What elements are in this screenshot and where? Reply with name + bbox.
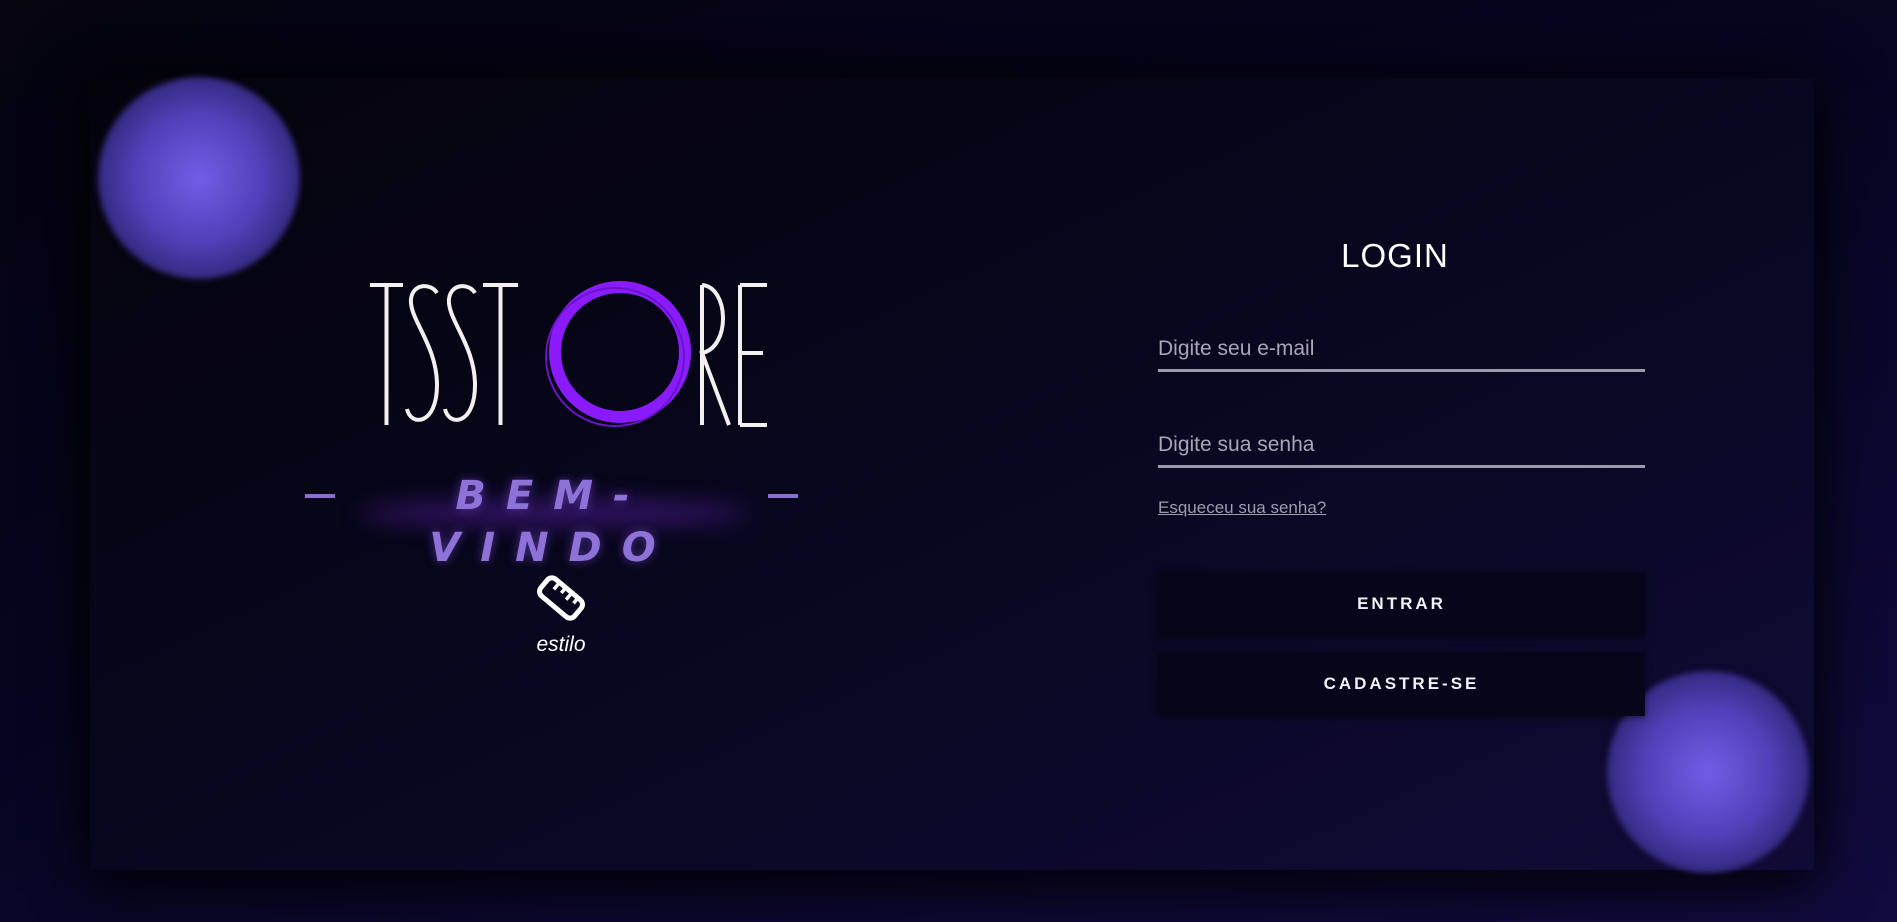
welcome-dash-right [768,494,798,498]
style-badge: estilo [520,568,602,658]
welcome-dash-left [305,494,335,498]
forgot-password-link[interactable]: Esqueceu sua senha? [1158,496,1326,520]
decorative-orb-top [98,77,300,279]
signup-button[interactable]: CADASTRE-SE [1158,652,1645,716]
welcome-text: BEM-VINDO [429,473,676,571]
welcome-banner: BEM-VINDO [300,470,805,571]
password-field[interactable] [1158,424,1645,468]
ruler-icon [537,575,585,621]
style-label: estilo [536,633,586,656]
email-field[interactable] [1158,328,1645,372]
login-title: LOGIN [1341,237,1449,274]
tsstore-logo [370,281,767,427]
enter-button[interactable]: ENTRAR [1158,572,1645,636]
